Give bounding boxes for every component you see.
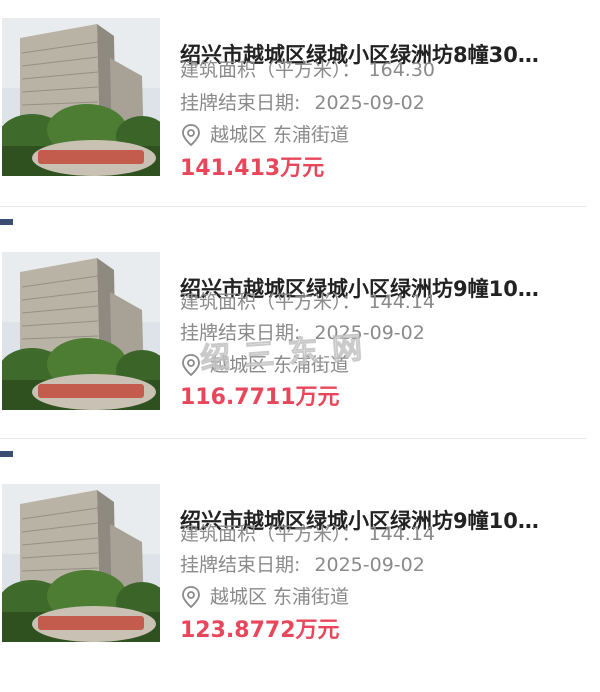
map-pin-icon bbox=[182, 124, 200, 147]
location-text: 越城区 东浦街道 bbox=[210, 586, 350, 608]
divider bbox=[0, 206, 586, 207]
end-date-label: 挂牌结束日期: bbox=[180, 554, 301, 576]
area-value: 144.14 bbox=[368, 523, 435, 545]
area-label: 建筑面积（平方米）： bbox=[180, 523, 361, 545]
section-marker bbox=[0, 219, 13, 225]
listing-image[interactable] bbox=[2, 18, 160, 176]
area-row: 建筑面积（平方米）： 164.30 bbox=[180, 57, 435, 83]
listing-price: 123.8772万元 bbox=[180, 618, 340, 643]
map-pin-icon bbox=[182, 586, 200, 609]
end-date-value: 2025-09-02 bbox=[314, 554, 425, 576]
location-row: 越城区 东浦街道 bbox=[180, 122, 349, 148]
listing-price: 141.413万元 bbox=[180, 156, 325, 181]
map-pin-icon bbox=[182, 354, 200, 377]
listing-image[interactable] bbox=[2, 252, 160, 410]
building-photo bbox=[2, 252, 160, 410]
area-value: 144.14 bbox=[368, 291, 435, 313]
location-row: 越城区 东浦街道 bbox=[180, 584, 349, 610]
area-row: 建筑面积（平方米）： 144.14 bbox=[180, 521, 435, 547]
listing-image[interactable] bbox=[2, 484, 160, 642]
end-date-label: 挂牌结束日期: bbox=[180, 92, 301, 114]
end-date-row: 挂牌结束日期: 2025-09-02 bbox=[180, 90, 425, 116]
end-date-value: 2025-09-02 bbox=[314, 92, 425, 114]
end-date-row: 挂牌结束日期: 2025-09-02 bbox=[180, 552, 425, 578]
listing-price: 116.7711万元 bbox=[180, 385, 340, 410]
listing-card[interactable]: 绍兴市越城区绿城小区绿洲坊9幢10… 建筑面积（平方米）： 144.14 挂牌结束… bbox=[0, 484, 600, 688]
area-label: 建筑面积（平方米）： bbox=[180, 291, 361, 313]
area-row: 建筑面积（平方米）： 144.14 bbox=[180, 289, 435, 315]
listing-card[interactable]: 绍兴市越城区绿城小区绿洲坊8幢30… 建筑面积（平方米）： 164.30 挂牌结束… bbox=[0, 18, 600, 222]
divider bbox=[0, 438, 586, 439]
listing-list: 绍兴市越城区绿城小区绿洲坊8幢30… 建筑面积（平方米）： 164.30 挂牌结束… bbox=[0, 0, 600, 692]
building-photo bbox=[2, 18, 160, 176]
section-marker bbox=[0, 451, 13, 457]
area-value: 164.30 bbox=[368, 59, 435, 81]
location-text: 越城区 东浦街道 bbox=[210, 124, 350, 146]
building-photo bbox=[2, 484, 160, 642]
area-label: 建筑面积（平方米）： bbox=[180, 59, 361, 81]
